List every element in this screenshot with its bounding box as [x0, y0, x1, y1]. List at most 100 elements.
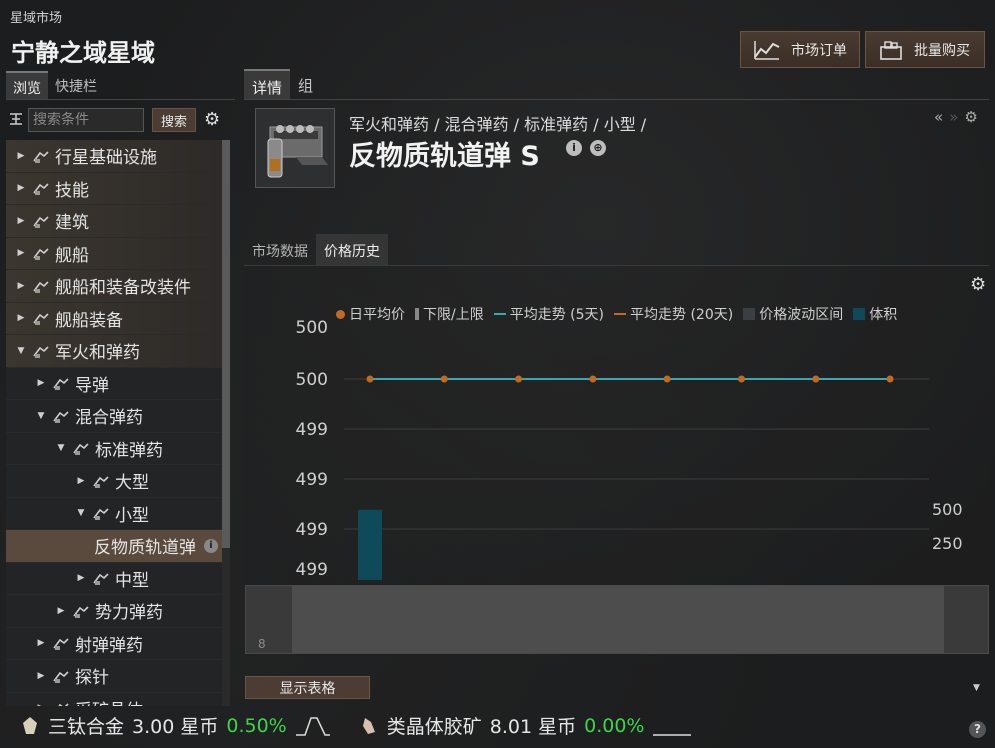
chevron-right-icon[interactable]: ▶	[74, 476, 88, 486]
tree-item[interactable]: ▶ 大型	[6, 465, 222, 498]
chevron-right-icon[interactable]: ▶	[34, 703, 48, 706]
ticker-change-1: 0.50%	[226, 714, 287, 737]
item-title: 反物质轨道弹 S	[349, 141, 540, 172]
tree-item[interactable]: ▶ 舰船和装备改装件	[6, 270, 222, 303]
settings-gear-icon[interactable]: ⚙	[964, 108, 977, 126]
probe-icon	[52, 669, 70, 683]
chevron-right-icon[interactable]: ▶	[14, 248, 28, 258]
chevron-right-icon[interactable]: ▶	[34, 378, 48, 388]
tab-price-history[interactable]: 价格历史	[316, 234, 388, 265]
tree-item-label: 舰船和装备改装件	[55, 278, 191, 299]
tree-item[interactable]: ▶ 势力弹药	[6, 595, 222, 628]
chevron-right-icon[interactable]: ▶	[54, 606, 68, 616]
target-icon[interactable]: ⊕	[590, 140, 606, 156]
daily-average-point	[812, 375, 820, 383]
tree-item-label: 小型	[115, 505, 149, 526]
tree-item[interactable]: ▶ 建筑	[6, 205, 222, 238]
right-panel-divider	[244, 99, 989, 100]
tree-item-label: 大型	[115, 473, 149, 494]
chevron-right-icon[interactable]: ▶	[14, 281, 28, 291]
chevron-down-icon[interactable]: ▼	[973, 683, 980, 693]
tree-item[interactable]: ▶ 技能	[6, 172, 222, 205]
tree-item[interactable]: ▶ 舰船	[6, 237, 222, 270]
tree-item-label: 探针	[75, 668, 109, 689]
chevron-right-icon[interactable]: ▶	[74, 573, 88, 583]
bulk-buy-button[interactable]: 批量购买	[865, 31, 985, 68]
chevron-right-icon[interactable]: ▶	[14, 216, 28, 226]
tree-item[interactable]: ▶ 射弹弹药	[6, 627, 222, 660]
chevron-down-icon[interactable]: ▼	[74, 508, 88, 518]
tab-market-data[interactable]: 市场数据	[244, 234, 316, 265]
tree-item-selected[interactable]: 反物质轨道弹 i	[6, 530, 222, 563]
planet-icon	[32, 149, 50, 163]
chevron-right-icon[interactable]: ▶	[34, 638, 48, 648]
mineral-icon	[23, 716, 37, 734]
tree-item[interactable]: ▼ 军火和弹药	[6, 335, 222, 368]
tree-scrollbar[interactable]	[222, 140, 230, 706]
tab-browse[interactable]: 浏览	[6, 71, 48, 99]
breadcrumb: 军火和弹药 / 混合弹药 / 标准弹药 / 小型 /	[349, 115, 647, 134]
ticker-name-1[interactable]: 三钛合金	[48, 712, 124, 739]
ticker-name-2[interactable]: 类晶体胶矿	[387, 712, 482, 739]
tree-item[interactable]: ▼ 标准弹药	[6, 432, 222, 465]
ticker-price-2: 8.01 星币	[489, 716, 577, 738]
info-icon[interactable]: i	[566, 140, 582, 156]
hybrid-icon	[92, 571, 110, 586]
tab-quickbar[interactable]: 快捷栏	[48, 71, 104, 99]
item-actions: i ⊕	[566, 140, 606, 156]
filter-icon[interactable]	[8, 111, 24, 129]
tree-item-label: 中型	[115, 570, 149, 591]
chevron-right-icon[interactable]: ▶	[14, 313, 28, 323]
chevron-down-icon[interactable]: ▼	[54, 443, 68, 453]
crystal-icon	[52, 701, 70, 706]
tree-item[interactable]: ▶ 探针	[6, 660, 222, 693]
window-title: 星域市场	[10, 11, 63, 26]
slider-window[interactable]	[292, 586, 944, 653]
chart-icon	[754, 40, 780, 60]
market-orders-button[interactable]: 市场订单	[740, 31, 860, 68]
mineral-icon	[362, 717, 375, 734]
hybrid-icon	[92, 506, 110, 521]
time-range-slider[interactable]: 8	[245, 585, 989, 654]
tree-item[interactable]: ▶ 导弹	[6, 367, 222, 400]
chevron-right-icon[interactable]: ▶	[34, 671, 48, 681]
daily-average-point	[366, 375, 374, 383]
detail-sub-tabs: 市场数据 价格历史	[244, 234, 388, 265]
tree-item[interactable]: ▶ 中型	[6, 562, 222, 595]
gear-icon[interactable]: ⚙	[204, 111, 220, 129]
item-thumbnail[interactable]	[255, 108, 335, 188]
forward-arrow-icon[interactable]: »	[949, 108, 958, 126]
help-icon[interactable]: ?	[969, 721, 986, 738]
tree-item[interactable]: ▼ 小型	[6, 497, 222, 530]
tree-item-label: 混合弹药	[75, 408, 143, 429]
tree-item-label: 军火和弹药	[55, 343, 140, 364]
tree-item[interactable]: ▶ 舰船装备	[6, 302, 222, 335]
search-input[interactable]	[28, 108, 144, 132]
chevron-down-icon[interactable]: ▼	[34, 411, 48, 421]
scroll-thumb[interactable]	[222, 140, 230, 548]
tab-details[interactable]: 详情	[244, 69, 291, 99]
tree-item[interactable]: ▼ 混合弹药	[6, 400, 222, 433]
crate-icon	[880, 40, 902, 60]
chevron-right-icon[interactable]: ▶	[14, 151, 28, 161]
hybrid-icon	[92, 474, 110, 488]
module-icon	[32, 311, 50, 326]
show-table-button[interactable]: 显示表格	[245, 676, 370, 699]
tab-group[interactable]: 组	[290, 69, 321, 99]
chevron-down-icon[interactable]: ▼	[14, 346, 28, 356]
chevron-right-icon[interactable]: ▶	[14, 183, 28, 193]
tree-item-label: 舰船	[55, 245, 89, 266]
back-arrow-icon[interactable]: «	[934, 108, 943, 126]
hybrid-icon	[52, 409, 70, 423]
volume-bar	[358, 509, 382, 580]
tree-item[interactable]: ▶ 采矿晶体	[6, 692, 222, 706]
y-tick-label: 500	[296, 318, 328, 338]
ticker-price-1: 3.00 星币	[132, 716, 219, 738]
y-tick-label: 499	[296, 520, 328, 540]
tree-item-label: 势力弹药	[95, 603, 163, 624]
price-history-chart: 500 500 499 499 499 499 500 250	[296, 318, 963, 580]
info-icon[interactable]: i	[204, 538, 218, 553]
search-button[interactable]: 搜索	[152, 108, 197, 132]
tree-item[interactable]: ▶ 行星基础设施	[6, 140, 222, 173]
left-tab-bar: 浏览 快捷栏	[6, 71, 104, 99]
